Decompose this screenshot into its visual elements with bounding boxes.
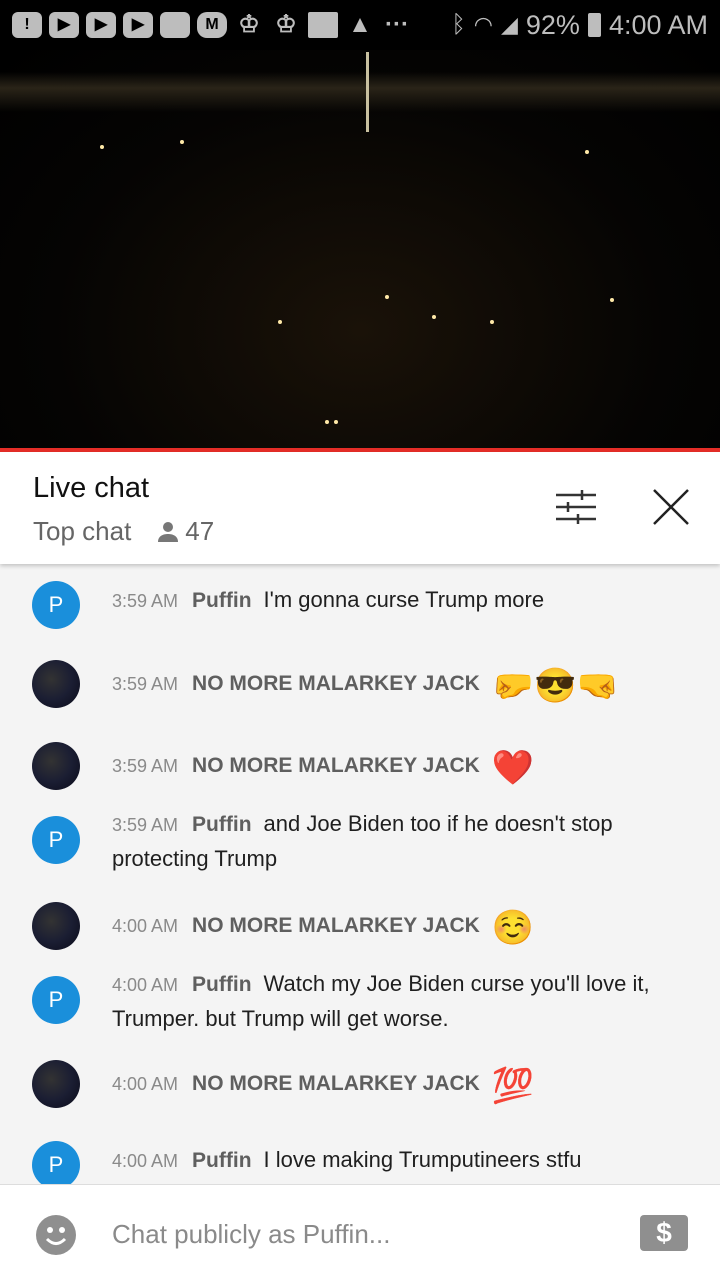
chat-message: P 4:00 AM Puffin I love making Trumputinee… bbox=[0, 1141, 720, 1184]
emoji-picker-icon[interactable] bbox=[36, 1215, 76, 1255]
youtube-icon: ▶ bbox=[49, 12, 79, 38]
wifi-icon: ◠ bbox=[473, 12, 493, 37]
chat-message-list[interactable]: P 3:59 AM Puffin I'm gonna curse Trump mor… bbox=[0, 564, 720, 1184]
signal-icon: ◢ bbox=[500, 12, 518, 37]
video-frame bbox=[0, 72, 720, 112]
message-author[interactable]: Puffin bbox=[192, 973, 251, 996]
viewer-count: 47 bbox=[157, 516, 214, 547]
message-emoji: 💯 bbox=[491, 1066, 535, 1105]
message-emoji: ☺️ bbox=[491, 908, 535, 947]
avatar[interactable]: P bbox=[32, 816, 80, 864]
warning-icon: ▲ bbox=[348, 11, 372, 38]
chat-input[interactable]: Chat publicly as Puffin... bbox=[112, 1219, 390, 1250]
message-text: and Joe Biden too if he doesn't stop pro… bbox=[112, 811, 613, 871]
chat-message: P 3:59 AM Puffin and Joe Biden too if he d… bbox=[0, 808, 720, 878]
avatar[interactable] bbox=[32, 1060, 80, 1108]
avatar[interactable]: P bbox=[32, 976, 80, 1024]
message-time: 4:00 AM bbox=[112, 1151, 179, 1171]
status-bar: ! ▶ ▶ ▶ M ♔ ♔ ▲ ··· ᛒ ◠ ◢ 92% 4:00 AM bbox=[0, 0, 720, 50]
message-time: 3:59 AM bbox=[112, 756, 179, 776]
avatar[interactable] bbox=[32, 902, 80, 950]
message-author[interactable]: NO MORE MALARKEY JACK bbox=[192, 754, 480, 777]
message-time: 4:00 AM bbox=[112, 1074, 179, 1094]
video-player[interactable] bbox=[0, 50, 720, 450]
chat-icon bbox=[160, 12, 190, 38]
chat-message: P 4:00 AM Puffin Watch my Joe Biden curse … bbox=[0, 968, 720, 1038]
message-time: 3:59 AM bbox=[112, 815, 179, 835]
message-time: 3:59 AM bbox=[112, 674, 179, 694]
message-text: I'm gonna curse Trump more bbox=[263, 587, 545, 612]
battery-percent: 92% bbox=[525, 9, 580, 40]
chat-mode-label: Top chat bbox=[33, 516, 132, 546]
message-text: I love making Trumputineers stfu bbox=[263, 1147, 582, 1172]
message-author[interactable]: NO MORE MALARKEY JACK bbox=[192, 914, 480, 937]
message-author[interactable]: Puffin bbox=[192, 589, 251, 612]
chat-mode-dropdown[interactable]: Top chat 47 bbox=[33, 516, 214, 547]
chat-title: Live chat bbox=[33, 472, 150, 504]
chat-message: P 3:59 AM Puffin I'm gonna curse Trump mor… bbox=[0, 581, 720, 629]
chat-message: 4:00 AM NO MORE MALARKEY JACK 💯 bbox=[0, 1060, 720, 1108]
battery-icon bbox=[587, 13, 601, 37]
crown-icon: ♔ bbox=[238, 11, 260, 38]
avatar[interactable] bbox=[32, 660, 80, 708]
avatar[interactable]: P bbox=[32, 1141, 80, 1184]
filter-settings-icon[interactable] bbox=[556, 490, 596, 524]
message-time: 4:00 AM bbox=[112, 916, 179, 936]
clock: 4:00 AM bbox=[608, 9, 708, 40]
crown-icon: ♔ bbox=[275, 11, 297, 38]
message-time: 3:59 AM bbox=[112, 591, 179, 611]
chat-header: Live chat Top chat 47 bbox=[0, 452, 720, 564]
viewer-count-value: 47 bbox=[185, 516, 215, 546]
super-chat-icon[interactable]: $ bbox=[640, 1215, 688, 1251]
more-icon: ··· bbox=[385, 11, 409, 38]
message-emoji: ❤️ bbox=[491, 748, 535, 787]
folder-icon bbox=[308, 12, 338, 38]
youtube-icon: ▶ bbox=[86, 12, 116, 38]
message-time: 4:00 AM bbox=[112, 975, 179, 995]
chat-message: 3:59 AM NO MORE MALARKEY JACK 🤛😎🤜 bbox=[0, 660, 720, 708]
avatar[interactable]: P bbox=[32, 581, 80, 629]
person-icon bbox=[158, 521, 179, 542]
message-author[interactable]: Puffin bbox=[192, 813, 251, 836]
chat-message: 4:00 AM NO MORE MALARKEY JACK ☺️ bbox=[0, 902, 720, 950]
alert-message-icon: ! bbox=[12, 12, 42, 38]
message-author[interactable]: NO MORE MALARKEY JACK bbox=[192, 1072, 480, 1095]
chat-input-bar: Chat publicly as Puffin... $ bbox=[0, 1184, 720, 1280]
youtube-icon: ▶ bbox=[123, 12, 153, 38]
message-emoji: 🤛😎🤜 bbox=[491, 666, 619, 705]
avatar[interactable] bbox=[32, 742, 80, 790]
message-author[interactable]: NO MORE MALARKEY JACK bbox=[192, 672, 480, 695]
m-app-icon: M bbox=[197, 12, 227, 38]
bluetooth-icon: ᛒ bbox=[451, 11, 466, 38]
message-author[interactable]: Puffin bbox=[192, 1149, 251, 1172]
close-icon[interactable] bbox=[652, 488, 690, 526]
chat-message: 3:59 AM NO MORE MALARKEY JACK ❤️ bbox=[0, 742, 720, 790]
